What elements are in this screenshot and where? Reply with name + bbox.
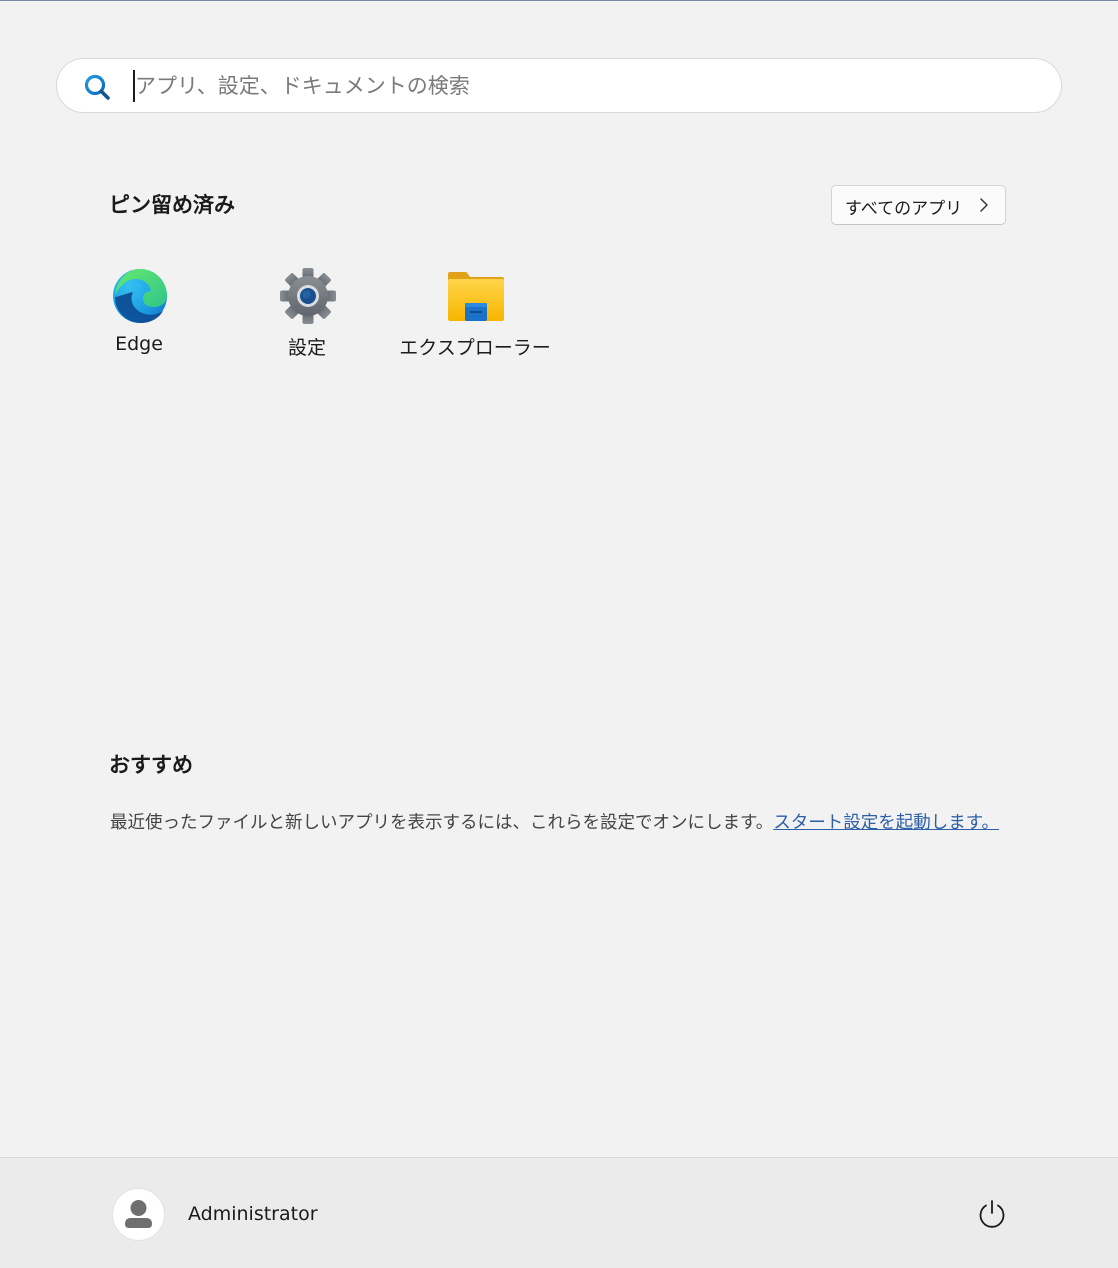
pinned-section-title: ピン留め済み xyxy=(109,193,235,217)
start-settings-link[interactable]: スタート設定を起動します。 xyxy=(773,813,999,833)
pinned-app-file-explorer[interactable]: エクスプローラー xyxy=(391,259,559,369)
pinned-app-settings[interactable]: 設定 xyxy=(223,259,391,369)
search-icon xyxy=(84,74,110,100)
avatar xyxy=(112,1188,165,1241)
pinned-app-edge[interactable]: Edge xyxy=(55,259,223,369)
app-label: エクスプローラー xyxy=(399,337,551,359)
start-footer: Administrator xyxy=(0,1157,1118,1268)
app-label: Edge xyxy=(115,333,163,355)
start-menu: ピン留め済み すべてのアプリ xyxy=(0,0,1118,1268)
settings-gear-icon xyxy=(280,268,336,324)
search-input[interactable] xyxy=(135,67,1035,105)
recommended-message: 最近使ったファイルと新しいアプリを表示するには、これらを設定でオンにします。スタ… xyxy=(110,809,999,834)
power-icon xyxy=(979,1200,1005,1228)
user-avatar-icon xyxy=(125,1200,152,1228)
edge-icon xyxy=(113,269,167,323)
power-button[interactable] xyxy=(966,1188,1018,1240)
recommended-message-text: 最近使ったファイルと新しいアプリを表示するには、これらを設定でオンにします。 xyxy=(110,813,774,833)
all-apps-label: すべてのアプリ xyxy=(845,199,963,219)
file-explorer-folder-icon xyxy=(448,272,504,321)
all-apps-button[interactable]: すべてのアプリ xyxy=(831,185,1006,225)
search-box[interactable] xyxy=(56,58,1062,113)
user-name: Administrator xyxy=(188,1203,318,1225)
app-label: 設定 xyxy=(287,337,326,359)
recommended-section-title: おすすめ xyxy=(109,753,193,777)
chevron-right-icon xyxy=(980,198,988,212)
user-account-button[interactable]: Administrator xyxy=(104,1178,344,1250)
